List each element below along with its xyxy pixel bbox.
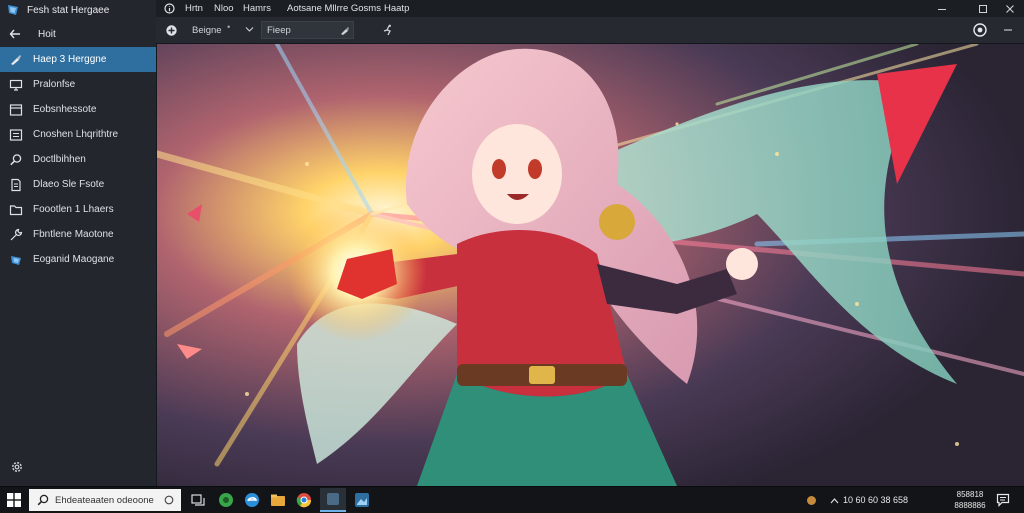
sidebar-item-label: Haep 3 Herggne	[33, 54, 107, 65]
menu-bar: Hrtn Nloo Hamrs Aotsane Mllrre Gosms Haa…	[156, 0, 1024, 17]
app-title-row: Fesh stat Hergaee	[0, 0, 156, 20]
file-explorer-icon[interactable]	[270, 492, 286, 508]
sidebar-item-label: Doctlbihhen	[33, 154, 86, 165]
tray-app-icon[interactable]	[806, 495, 817, 506]
sidebar-item-1[interactable]: Haep 3 Herggne	[0, 47, 156, 72]
menu-item-3[interactable]: Hamrs	[243, 3, 271, 14]
sidebar-item-label: Foootlen 1 Lhaers	[33, 204, 114, 215]
toolbar-minimize-icon[interactable]	[1003, 25, 1013, 35]
edge-browser-icon[interactable]	[244, 492, 260, 508]
sidebar-item-label: Eoganid Maogane	[33, 254, 115, 265]
clock[interactable]: 858818 8888886	[953, 489, 987, 511]
sidebar-item-2[interactable]: Pralonfse	[0, 72, 156, 97]
folder-icon	[9, 203, 23, 217]
task-view-icon[interactable]	[190, 492, 206, 508]
taskbar-search-text: Ehdeateaaten odeoone	[55, 494, 154, 506]
menu-item-5[interactable]: Haatp	[384, 3, 409, 14]
preset-select-value: Beigne	[192, 24, 222, 36]
sidebar-list: Haep 3 Herggne Pralonfse Eobsnhessote Cnosh…	[0, 47, 156, 272]
sidebar-item-label: Fbntlene Maotone	[33, 229, 114, 240]
home-nav[interactable]: Hoit	[0, 21, 156, 47]
microphone-icon[interactable]	[164, 495, 174, 505]
app-title: Fesh stat Hergaee	[27, 4, 110, 16]
notification-icon[interactable]	[996, 493, 1010, 507]
minimize-icon	[938, 8, 946, 10]
chrome-app-icon[interactable]	[973, 23, 987, 37]
document-icon	[9, 178, 23, 192]
chevron-up-icon[interactable]	[830, 497, 839, 504]
search-icon	[37, 494, 49, 506]
taskbar-search-input[interactable]: Ehdeateaaten odeoone	[29, 489, 181, 511]
tray-status-text[interactable]: 10 60 60 38 658	[843, 495, 908, 505]
menu-item-4[interactable]: Aotsane Mllrre Gosms	[287, 3, 381, 14]
sidebar-item-label: Dlaeo Sle Fsote	[33, 179, 105, 190]
sidebar-item-7[interactable]: Foootlen 1 Lhaers	[0, 197, 156, 222]
app-logo-icon	[8, 5, 18, 15]
brush-icon[interactable]	[339, 25, 350, 36]
sidebar-item-label: Pralonfse	[33, 79, 76, 90]
image-canvas[interactable]	[157, 44, 1024, 486]
anime-artwork-image	[157, 44, 1024, 486]
close-button[interactable]	[996, 0, 1024, 17]
sidebar-item-9[interactable]: Eoganid Maogane	[0, 247, 156, 272]
pan-tool-icon[interactable]	[165, 24, 178, 37]
clock-time: 858818	[956, 490, 984, 499]
search-icon	[9, 153, 23, 167]
maximize-button[interactable]	[969, 0, 997, 17]
paint-app-icon	[327, 493, 339, 505]
list-icon	[9, 128, 23, 142]
brush-icon	[9, 53, 23, 67]
sidebar-item-8[interactable]: Fbntlene Maotone	[0, 222, 156, 247]
tools-icon	[9, 228, 23, 242]
taskbar: Ehdeateaaten odeoone 10 60 60 38 658 858…	[0, 486, 1024, 513]
run-icon[interactable]	[382, 24, 394, 36]
monitor-icon	[9, 78, 23, 92]
sidebar-item-5[interactable]: Doctlbihhen	[0, 147, 156, 172]
toolbar: Beigne • Fieep	[156, 17, 1024, 44]
menu-item-1[interactable]: Hrtn	[185, 3, 203, 14]
sidebar-item-label: Cnoshen Lhqrithtre	[33, 129, 119, 140]
style-input-value: Fieep	[267, 24, 291, 36]
maximize-icon	[979, 4, 987, 13]
window-icon	[9, 103, 23, 117]
sidebar-item-6[interactable]: Dlaeo Sle Fsote	[0, 172, 156, 197]
system-tray: 10 60 60 38 658	[806, 487, 908, 513]
sidebar: Fesh stat Hergaee Hoit Haep 3 Herggne Pra…	[0, 0, 157, 486]
style-input[interactable]: Fieep	[261, 21, 354, 39]
xbox-app-icon[interactable]	[218, 492, 234, 508]
photos-app-icon[interactable]	[354, 492, 370, 508]
dropdown-dot-icon: •	[227, 22, 231, 33]
home-label: Hoit	[38, 28, 56, 40]
preset-select[interactable]: Beigne •	[187, 21, 259, 39]
sidebar-item-3[interactable]: Eobsnhessote	[0, 97, 156, 122]
sidebar-item-4[interactable]: Cnoshen Lhqrithtre	[0, 122, 156, 147]
info-icon[interactable]	[164, 3, 175, 14]
minimize-button[interactable]	[928, 0, 956, 17]
close-icon	[1006, 4, 1014, 13]
chrome-browser-icon[interactable]	[296, 492, 312, 508]
back-arrow-icon[interactable]	[9, 28, 21, 40]
chevron-down-icon	[245, 27, 254, 32]
windows-start-icon[interactable]	[7, 493, 21, 507]
gear-icon[interactable]	[10, 460, 24, 474]
active-app-task-button[interactable]	[320, 488, 346, 512]
menu-item-2[interactable]: Nloo	[214, 3, 234, 14]
sidebar-item-label: Eobsnhessote	[33, 104, 97, 115]
app-icon	[9, 253, 23, 267]
clock-date: 8888886	[954, 501, 986, 510]
